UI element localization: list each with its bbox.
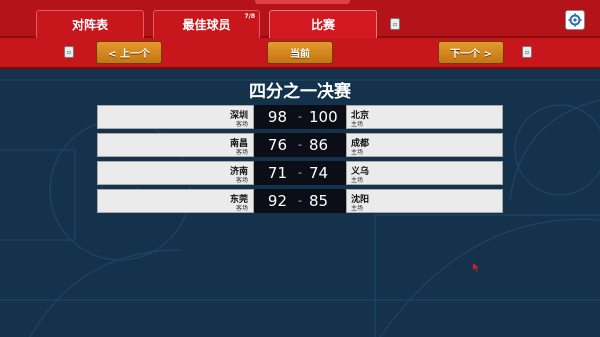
away-team-box: 深圳 客场 xyxy=(97,105,254,129)
away-team-label: 客场 xyxy=(235,205,248,212)
home-score: 85 xyxy=(309,192,329,210)
settings-button[interactable] xyxy=(565,10,585,30)
score-box: 71 - 74 xyxy=(254,161,346,185)
previous-button-label: < 上一个 xyxy=(108,49,150,60)
home-team-label: 主场 xyxy=(351,205,364,212)
home-team-box: 沈阳 主场 xyxy=(346,189,503,213)
score-box: 92 - 85 xyxy=(254,189,346,213)
mouse-cursor-icon xyxy=(473,263,479,272)
away-team-box: 南昌 客场 xyxy=(97,133,254,157)
tab-bracket[interactable]: 对阵表 xyxy=(36,10,144,38)
small-square-icon[interactable]: ▫ xyxy=(390,18,400,30)
away-team-label: 客场 xyxy=(235,177,248,184)
score-dash: - xyxy=(298,138,302,151)
score-box: 98 - 100 xyxy=(254,105,346,129)
home-score: 86 xyxy=(309,136,329,154)
previous-button[interactable]: < 上一个 xyxy=(96,41,162,64)
home-score: 74 xyxy=(309,164,329,182)
gear-icon xyxy=(568,13,582,27)
home-team-label: 主场 xyxy=(351,177,364,184)
match-row[interactable]: 南昌 客场 76 - 86 成都 主场 xyxy=(97,133,503,157)
top-cap-decoration xyxy=(255,0,350,4)
home-score: 100 xyxy=(309,108,338,126)
score-dash: - xyxy=(298,166,302,179)
match-row[interactable]: 济南 客场 71 - 74 义乌 主场 xyxy=(97,161,503,185)
next-button-label: 下一个 > xyxy=(450,49,492,60)
home-team-box: 北京 主场 xyxy=(346,105,503,129)
small-square-icon[interactable]: ▫ xyxy=(522,46,532,58)
match-row[interactable]: 东莞 客场 92 - 85 沈阳 主场 xyxy=(97,189,503,213)
away-team-box: 济南 客场 xyxy=(97,161,254,185)
home-team-label: 主场 xyxy=(351,149,364,156)
score-dash: - xyxy=(298,194,302,207)
tab-best-players-label: 最佳球员 xyxy=(182,18,231,32)
away-team-label: 客场 xyxy=(235,149,248,156)
tab-bracket-label: 对阵表 xyxy=(71,18,108,32)
tab-best-players-badge: 7/8 xyxy=(244,13,255,20)
away-team-label: 客场 xyxy=(235,121,248,128)
current-button[interactable]: 当前 xyxy=(267,41,333,64)
current-button-label: 当前 xyxy=(290,49,310,60)
home-team-box: 义乌 主场 xyxy=(346,161,503,185)
small-square-icon[interactable]: ▫ xyxy=(64,46,74,58)
tab-best-players[interactable]: 最佳球员 7/8 xyxy=(153,10,260,38)
home-team-label: 主场 xyxy=(351,121,364,128)
next-button[interactable]: 下一个 > xyxy=(438,41,504,64)
away-team-box: 东莞 客场 xyxy=(97,189,254,213)
score-box: 76 - 86 xyxy=(254,133,346,157)
round-title: 四分之一决赛 xyxy=(249,82,351,102)
home-team-box: 成都 主场 xyxy=(346,133,503,157)
tab-games-label: 比赛 xyxy=(310,18,335,32)
tab-games[interactable]: 比赛 xyxy=(269,10,377,38)
match-row[interactable]: 深圳 客场 98 - 100 北京 主场 xyxy=(97,105,503,129)
